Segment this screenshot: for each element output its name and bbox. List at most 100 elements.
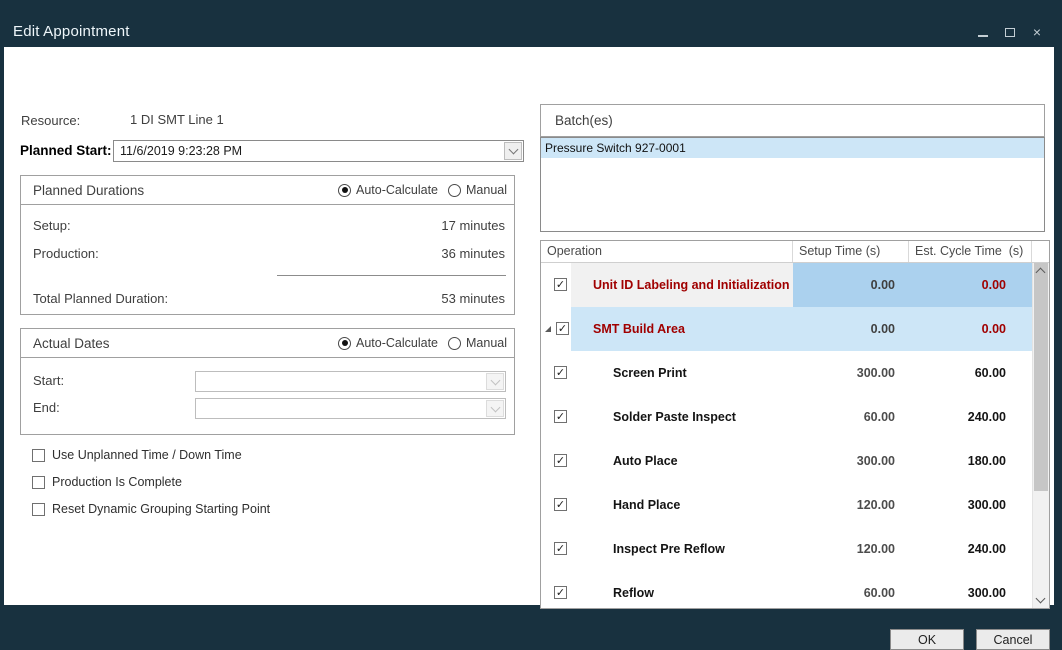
dialog-content: Resource: 1 DI SMT Line 1 Planned Start:… bbox=[4, 47, 1054, 605]
radio-selected-icon bbox=[338, 184, 351, 197]
table-row-inspect-pre-reflow[interactable]: Inspect Pre Reflow 120.00 240.00 bbox=[541, 527, 1032, 571]
batches-title: Batch(es) bbox=[555, 113, 613, 128]
setup-time-cell[interactable]: 300.00 bbox=[793, 351, 909, 395]
radio-selected-icon bbox=[338, 337, 351, 350]
operation-name-cell[interactable]: Solder Paste Inspect bbox=[571, 395, 793, 439]
planned-durations-manual-radio[interactable]: Manual bbox=[448, 183, 507, 197]
cycle-time-cell[interactable]: 240.00 bbox=[909, 395, 1032, 439]
row-indent bbox=[541, 351, 571, 395]
operation-name-cell[interactable]: SMT Build Area bbox=[571, 307, 793, 351]
cycle-time-cell[interactable]: 0.00 bbox=[909, 307, 1032, 351]
cycle-time-cell[interactable]: 60.00 bbox=[909, 351, 1032, 395]
cycle-time-cell[interactable]: 0.00 bbox=[909, 263, 1032, 307]
scrollbar-thumb[interactable] bbox=[1034, 263, 1048, 491]
row-checkbox-checked[interactable] bbox=[554, 454, 567, 467]
setup-time-cell[interactable]: 0.00 bbox=[793, 307, 909, 351]
planned-start-value: 11/6/2019 9:23:28 PM bbox=[120, 144, 242, 158]
operation-name-cell[interactable]: Hand Place bbox=[571, 483, 793, 527]
row-checkbox-checked[interactable] bbox=[554, 366, 567, 379]
operation-name-cell[interactable]: Inspect Pre Reflow bbox=[571, 527, 793, 571]
row-checkbox-checked[interactable] bbox=[554, 410, 567, 423]
operations-grid: Operation Setup Time (s) Est. Cycle Time… bbox=[540, 240, 1050, 609]
start-label: Start: bbox=[33, 373, 64, 388]
table-row-screen-print[interactable]: Screen Print 300.00 60.00 bbox=[541, 351, 1032, 395]
maximize-button[interactable] bbox=[1003, 25, 1017, 39]
row-indent bbox=[541, 439, 571, 483]
end-label: End: bbox=[33, 400, 60, 415]
actual-end-dropdown-button bbox=[486, 400, 504, 417]
row-checkbox-checked[interactable] bbox=[554, 542, 567, 555]
table-row-hand-place[interactable]: Hand Place 120.00 300.00 bbox=[541, 483, 1032, 527]
actual-start-combobox[interactable] bbox=[195, 371, 506, 392]
total-planned-duration-label: Total Planned Duration: bbox=[33, 291, 168, 306]
table-row-smt-build-area[interactable]: SMT Build Area 0.00 0.00 bbox=[541, 307, 1032, 351]
reset-dynamic-grouping-checkbox[interactable]: Reset Dynamic Grouping Starting Point bbox=[32, 502, 270, 516]
setup-time-cell[interactable]: 60.00 bbox=[793, 571, 909, 608]
manual-label: Manual bbox=[466, 183, 507, 197]
close-button[interactable]: × bbox=[1030, 25, 1044, 39]
setup-time-cell[interactable]: 60.00 bbox=[793, 395, 909, 439]
column-header-setup-time[interactable]: Setup Time (s) bbox=[793, 241, 909, 262]
planned-durations-groupbox: Planned Durations Auto-Calculate Manual … bbox=[20, 175, 515, 315]
table-row-auto-place[interactable]: Auto Place 300.00 180.00 bbox=[541, 439, 1032, 483]
resource-label: Resource: bbox=[21, 113, 80, 128]
cycle-time-cell[interactable]: 180.00 bbox=[909, 439, 1032, 483]
expander-expanded-icon[interactable] bbox=[544, 325, 552, 333]
operation-name-cell[interactable]: Unit ID Labeling and Initialization bbox=[571, 263, 793, 307]
setup-time-cell[interactable]: 0.00 bbox=[793, 263, 909, 307]
setup-time-cell[interactable]: 120.00 bbox=[793, 527, 909, 571]
window-title: Edit Appointment bbox=[13, 23, 130, 40]
chevron-down-icon bbox=[508, 145, 518, 155]
cycle-time-cell[interactable]: 300.00 bbox=[909, 571, 1032, 608]
planned-durations-title: Planned Durations bbox=[33, 183, 144, 198]
column-header-est-cycle-time[interactable]: Est. Cycle Time (s) bbox=[909, 241, 1032, 262]
actual-start-dropdown-button bbox=[486, 373, 504, 390]
batches-header: Batch(es) bbox=[540, 104, 1045, 137]
table-row-solder-paste-inspect[interactable]: Solder Paste Inspect 60.00 240.00 bbox=[541, 395, 1032, 439]
title-bar[interactable]: Edit Appointment × bbox=[0, 0, 1062, 47]
operation-name-cell[interactable]: Reflow bbox=[571, 571, 793, 608]
operation-name-cell[interactable]: Screen Print bbox=[571, 351, 793, 395]
cycle-time-cell[interactable]: 300.00 bbox=[909, 483, 1032, 527]
total-planned-duration-value: 53 minutes bbox=[441, 291, 505, 306]
actual-dates-groupbox: Actual Dates Auto-Calculate Manual Start… bbox=[20, 328, 515, 435]
planned-durations-auto-calculate-radio[interactable]: Auto-Calculate bbox=[338, 183, 438, 197]
row-checkbox-checked[interactable] bbox=[554, 278, 567, 291]
ok-button[interactable]: OK bbox=[890, 629, 964, 650]
row-checkbox-checked[interactable] bbox=[554, 498, 567, 511]
use-unplanned-time-checkbox[interactable]: Use Unplanned Time / Down Time bbox=[32, 448, 242, 462]
row-indent bbox=[541, 307, 571, 351]
row-indent bbox=[541, 483, 571, 527]
setup-value: 17 minutes bbox=[441, 218, 505, 233]
auto-calculate-label: Auto-Calculate bbox=[356, 183, 438, 197]
actual-dates-manual-radio[interactable]: Manual bbox=[448, 336, 507, 350]
table-row-unit-id-labeling[interactable]: Unit ID Labeling and Initialization 0.00… bbox=[541, 263, 1032, 307]
column-header-filler bbox=[1032, 241, 1049, 262]
vertical-scrollbar[interactable] bbox=[1032, 263, 1049, 608]
planned-start-combobox[interactable]: 11/6/2019 9:23:28 PM bbox=[113, 140, 524, 162]
total-separator bbox=[277, 275, 506, 276]
reset-dynamic-grouping-label: Reset Dynamic Grouping Starting Point bbox=[52, 502, 270, 516]
actual-end-combobox[interactable] bbox=[195, 398, 506, 419]
row-checkbox-checked[interactable] bbox=[554, 586, 567, 599]
production-is-complete-checkbox[interactable]: Production Is Complete bbox=[32, 475, 182, 489]
operation-name-cell[interactable]: Auto Place bbox=[571, 439, 793, 483]
row-indent bbox=[541, 263, 571, 307]
planned-start-dropdown-button[interactable] bbox=[504, 142, 522, 160]
table-row-reflow[interactable]: Reflow 60.00 300.00 bbox=[541, 571, 1032, 608]
actual-dates-auto-calculate-radio[interactable]: Auto-Calculate bbox=[338, 336, 438, 350]
setup-time-cell[interactable]: 300.00 bbox=[793, 439, 909, 483]
row-checkbox-checked[interactable] bbox=[556, 322, 569, 335]
batches-listbox[interactable]: Pressure Switch 927-0001 bbox=[540, 137, 1045, 232]
row-indent bbox=[541, 527, 571, 571]
batch-list-item-selected[interactable]: Pressure Switch 927-0001 bbox=[541, 138, 1044, 158]
column-header-operation[interactable]: Operation bbox=[541, 241, 793, 262]
row-indent bbox=[541, 395, 571, 439]
minimize-button[interactable] bbox=[976, 25, 990, 39]
setup-time-cell[interactable]: 120.00 bbox=[793, 483, 909, 527]
edit-appointment-dialog: Edit Appointment × Resource: 1 DI SMT Li… bbox=[0, 0, 1062, 616]
cycle-time-cell[interactable]: 240.00 bbox=[909, 527, 1032, 571]
operations-grid-body: Unit ID Labeling and Initialization 0.00… bbox=[541, 263, 1032, 608]
cancel-button[interactable]: Cancel bbox=[976, 629, 1050, 650]
scroll-down-icon[interactable] bbox=[1036, 594, 1046, 604]
